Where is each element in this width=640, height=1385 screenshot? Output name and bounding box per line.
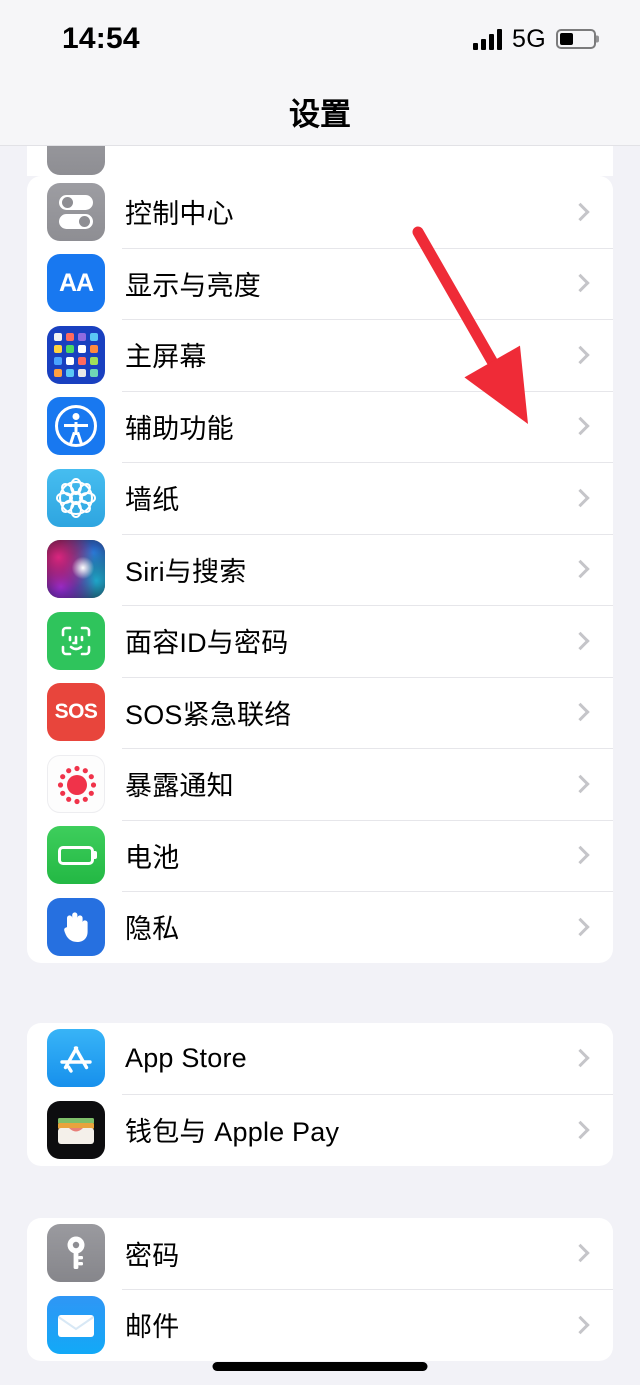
settings-row-home-screen[interactable]: 主屏幕 [27,319,613,391]
settings-row-label: 主屏幕 [125,342,207,373]
app-store-icon [47,1029,105,1088]
settings-row-faceid-passcode[interactable]: 面容ID与密码 [27,605,613,677]
settings-row-label: 钱包与 Apple Pay [125,1117,340,1148]
settings-row-mail[interactable]: 邮件 [27,1289,613,1361]
settings-row-display-brightness[interactable]: AA 显示与亮度 [27,247,613,320]
chevron-right-icon [571,917,590,936]
settings-row-accessibility[interactable]: 辅助功能 [27,390,613,463]
wallet-icon [47,1100,105,1159]
settings-row-label: 辅助功能 [125,413,234,444]
settings-row-battery[interactable]: 电池 [27,819,613,892]
home-indicator [212,1362,428,1371]
settings-row-label: Siri与搜索 [125,556,247,587]
chevron-right-icon [571,1315,590,1334]
settings-row-wallet-apple-pay[interactable]: 钱包与 Apple Pay [27,1094,613,1166]
settings-row-exposure-notifications[interactable]: 暴露通知 [27,748,613,820]
battery-icon [556,29,599,49]
partial-row-above [0,146,640,176]
settings-row-wallpaper[interactable]: 墙纸 [27,462,613,534]
chevron-right-icon [571,560,590,579]
network-type-label: 5G [512,24,546,53]
page-title: 设置 [289,97,351,132]
settings-row-label: 密码 [125,1240,180,1271]
chevron-right-icon [571,703,590,722]
settings-row-label: SOS紧急联络 [125,699,292,730]
chevron-right-icon [571,274,590,293]
settings-row-emergency-sos[interactable]: SOS SOS紧急联络 [27,676,613,749]
settings-group-accounts: 密码 邮件 [27,1217,613,1361]
settings-row-label: 邮件 [125,1312,180,1343]
chevron-right-icon [571,417,590,436]
settings-row-label: 显示与亮度 [125,270,261,301]
wallpaper-icon [47,468,105,527]
settings-row-label: 墙纸 [125,485,180,516]
chevron-right-icon [571,202,590,221]
home-screen-icon [47,325,105,384]
settings-row-app-store[interactable]: App Store [27,1023,613,1095]
privacy-icon [47,897,105,956]
settings-row-label: 隐私 [125,914,180,945]
settings-group-store: App Store 钱包与 Apple Pay [27,1022,613,1166]
chevron-right-icon [571,1049,590,1068]
chevron-right-icon [571,1244,590,1263]
chevron-right-icon [571,1120,590,1139]
settings-row-label: 控制中心 [125,199,234,230]
status-bar-indicators: 5G [473,24,599,54]
chevron-right-icon [571,488,590,507]
settings-screen: 14:54 5G 设置 控制中心 AA 显示与亮度 主屏幕 辅助功能 墙纸 Si… [0,0,640,1385]
mail-icon [47,1295,105,1354]
settings-row-label: 电池 [125,842,180,873]
settings-group-system: 控制中心 AA 显示与亮度 主屏幕 辅助功能 墙纸 Siri与搜索 面容ID与密… [27,176,613,963]
chevron-right-icon [571,631,590,650]
faceid-icon [47,611,105,670]
passwords-icon [47,1224,105,1283]
settings-row-control-center[interactable]: 控制中心 [27,176,613,248]
siri-icon [47,540,105,599]
status-bar: 14:54 5G [0,0,640,78]
battery-settings-icon [47,826,105,885]
settings-row-label: 面容ID与密码 [125,628,289,659]
sos-icon-text: SOS [54,700,98,724]
settings-row-privacy[interactable]: 隐私 [27,891,613,963]
chevron-right-icon [571,846,590,865]
settings-row-siri-search[interactable]: Siri与搜索 [27,533,613,606]
settings-row-label: 暴露通知 [125,771,234,802]
settings-row-passwords[interactable]: 密码 [27,1218,613,1290]
settings-row-label: App Store [125,1042,247,1073]
cellular-signal-icon [473,28,503,50]
exposure-notification-icon [47,754,105,813]
control-center-icon [47,182,105,241]
sos-icon: SOS [47,683,105,742]
display-icon-text: AA [58,268,94,297]
chevron-right-icon [571,345,590,364]
status-bar-time: 14:54 [62,22,140,55]
settings-list[interactable]: 控制中心 AA 显示与亮度 主屏幕 辅助功能 墙纸 Siri与搜索 面容ID与密… [0,146,640,1385]
navigation-bar: 设置 [0,78,640,146]
accessibility-icon [47,397,105,456]
sound-haptics-icon [47,146,105,175]
chevron-right-icon [571,774,590,793]
display-brightness-icon: AA [47,254,105,313]
